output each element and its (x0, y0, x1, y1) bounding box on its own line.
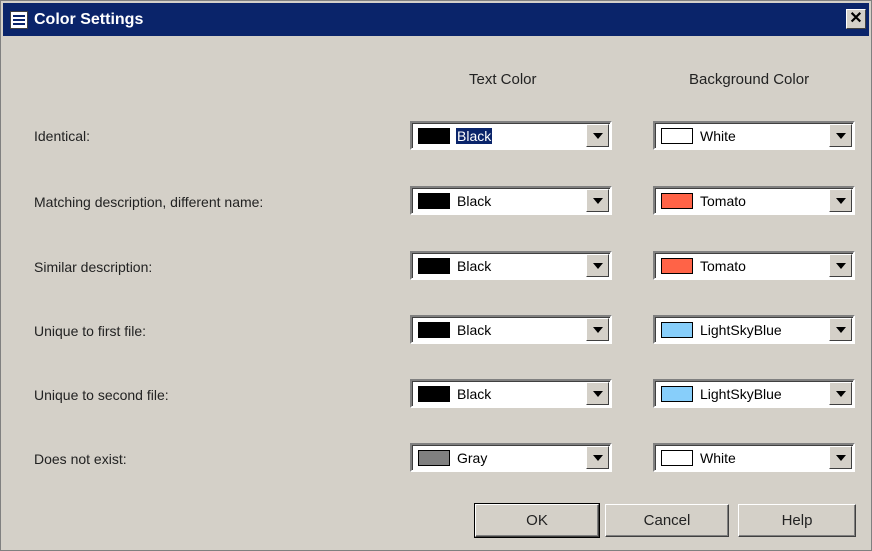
dropdown-arrow-icon[interactable] (829, 124, 852, 147)
color-swatch (418, 258, 450, 274)
color-swatch (661, 386, 693, 402)
row-label-matching-description: Matching description, different name: (34, 194, 264, 210)
color-swatch (418, 128, 450, 144)
text-color-select-unique-second-file[interactable]: Black (410, 379, 612, 408)
selected-value: Black (457, 193, 492, 209)
selected-value: Gray (457, 450, 488, 466)
row-label-identical: Identical: (34, 128, 91, 144)
color-settings-dialog: Color Settings ✕ Text Color Background C… (0, 0, 872, 551)
selected-value: LightSkyBlue (700, 386, 782, 402)
color-swatch (661, 258, 693, 274)
dropdown-arrow-icon[interactable] (829, 446, 852, 469)
text-color-select-matching-description[interactable]: Black (410, 186, 612, 215)
bg-color-select-matching-description[interactable]: Tomato (653, 186, 855, 215)
dropdown-arrow-icon[interactable] (586, 254, 609, 277)
color-swatch (661, 193, 693, 209)
color-swatch (418, 450, 450, 466)
text-color-select-similar-description[interactable]: Black (410, 251, 612, 280)
column-header-text-color: Text Color (469, 71, 537, 88)
window-title: Color Settings (34, 10, 144, 28)
help-button[interactable]: Help (738, 504, 856, 537)
selected-value: White (700, 450, 736, 466)
window-menu-icon[interactable] (10, 10, 28, 29)
dropdown-arrow-icon[interactable] (586, 446, 609, 469)
color-swatch (661, 128, 693, 144)
row-label-unique-first-file: Unique to first file: (34, 323, 147, 339)
ok-button[interactable]: OK (474, 503, 600, 538)
row-label-unique-second-file: Unique to second file: (34, 387, 169, 403)
selected-value: Black (457, 258, 492, 274)
dropdown-arrow-icon[interactable] (829, 254, 852, 277)
dropdown-arrow-icon[interactable] (586, 189, 609, 212)
column-header-background-color: Background Color (689, 71, 810, 88)
row-label-similar-description: Similar description: (34, 259, 153, 275)
bg-color-select-does-not-exist[interactable]: White (653, 443, 855, 472)
color-swatch (418, 322, 450, 338)
bg-color-select-identical[interactable]: White (653, 121, 855, 150)
text-color-select-does-not-exist[interactable]: Gray (410, 443, 612, 472)
selected-value: Tomato (700, 258, 746, 274)
dropdown-arrow-icon[interactable] (829, 318, 852, 341)
text-color-select-identical[interactable]: Black (410, 121, 612, 150)
dropdown-arrow-icon[interactable] (586, 124, 609, 147)
color-swatch (661, 450, 693, 466)
dropdown-arrow-icon[interactable] (586, 318, 609, 341)
bg-color-select-unique-second-file[interactable]: LightSkyBlue (653, 379, 855, 408)
close-icon[interactable]: ✕ (846, 9, 866, 29)
bg-color-select-similar-description[interactable]: Tomato (653, 251, 855, 280)
selected-value: LightSkyBlue (700, 322, 782, 338)
dropdown-arrow-icon[interactable] (829, 382, 852, 405)
selected-value: Black (456, 128, 493, 144)
bg-color-select-unique-first-file[interactable]: LightSkyBlue (653, 315, 855, 344)
dropdown-arrow-icon[interactable] (586, 382, 609, 405)
selected-value: Tomato (700, 193, 746, 209)
row-label-does-not-exist: Does not exist: (34, 451, 127, 467)
selected-value: Black (457, 386, 492, 402)
dropdown-arrow-icon[interactable] (829, 189, 852, 212)
selected-value: White (700, 128, 736, 144)
color-swatch (418, 193, 450, 209)
color-swatch (661, 322, 693, 338)
selected-value: Black (457, 322, 492, 338)
text-color-select-unique-first-file[interactable]: Black (410, 315, 612, 344)
cancel-button[interactable]: Cancel (605, 504, 729, 537)
color-swatch (418, 386, 450, 402)
title-bar[interactable]: Color Settings ✕ (3, 3, 869, 36)
